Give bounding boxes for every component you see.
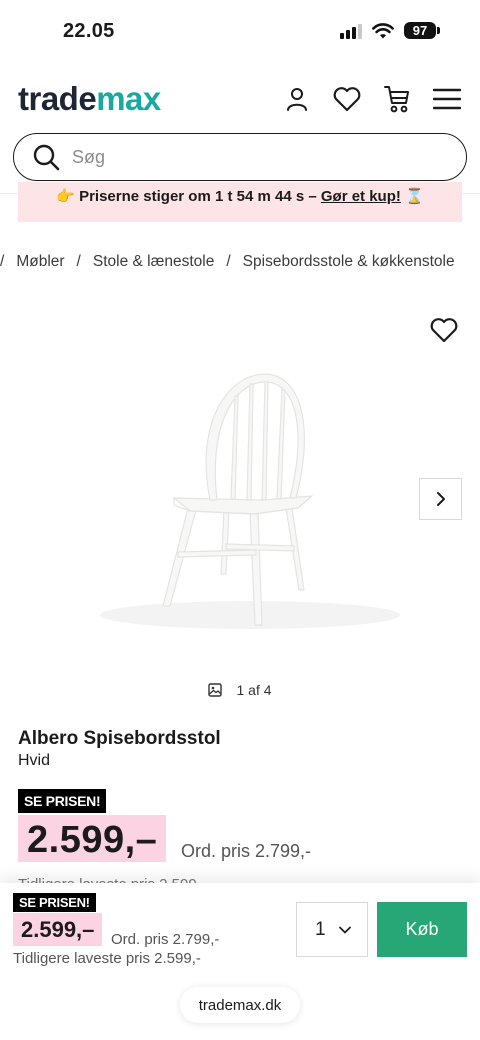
quantity-value: 1	[315, 918, 326, 940]
sticky-price: 2.599,–	[13, 913, 103, 946]
search-bar[interactable]	[13, 133, 467, 181]
promo-banner: 👉 Priserne stiger om 1 t 54 m 44 s – Gør…	[18, 182, 462, 222]
ordinary-price: Ord. pris 2.799,-	[181, 841, 312, 861]
sticky-ordinary-price: Ord. pris 2.799,-	[111, 931, 220, 948]
wifi-icon	[372, 22, 394, 38]
cart-icon[interactable]	[382, 84, 412, 114]
site-header: trademax	[0, 78, 480, 124]
image-counter-text: 1 af 4	[236, 682, 272, 698]
breadcrumb-item-spisebordsstole[interactable]: Spisebordsstole & køkkenstole	[243, 253, 455, 271]
header-icons	[282, 84, 462, 114]
status-time: 22.05	[63, 20, 115, 42]
signal-icon	[340, 23, 362, 39]
sticky-buy-bar: SE PRISEN! 2.599,– Ord. pris 2.799,- Tid…	[0, 883, 480, 1040]
hourglass-icon: ⌛	[400, 188, 424, 205]
quantity-select[interactable]: 1	[296, 902, 368, 957]
status-bar: 22.05 97	[0, 0, 480, 64]
breadcrumb-separator: /	[226, 253, 231, 270]
favorite-heart-icon[interactable]	[428, 314, 460, 346]
next-image-button[interactable]	[419, 478, 462, 520]
buy-button[interactable]: Køb	[377, 902, 467, 957]
chevron-right-icon	[436, 492, 445, 506]
price-tag-badge: SE PRISEN!	[18, 789, 107, 813]
breadcrumb-item-stole[interactable]: Stole & lænestole	[93, 253, 215, 271]
sticky-previous-lowest-price: Tidligere laveste pris 2.599,-	[13, 950, 201, 967]
breadcrumb: / Møbler / Stole & lænestole / Spisebord…	[0, 253, 455, 271]
product-image[interactable]	[90, 360, 410, 650]
logo-part-trade: trade	[18, 80, 97, 117]
battery-icon: 97	[404, 22, 440, 39]
product-title: Albero Spisebordsstol	[18, 728, 221, 749]
chevron-down-icon	[339, 926, 351, 933]
breadcrumb-separator: /	[76, 253, 81, 270]
promo-text: 👉 Priserne stiger om 1 t 54 m 44 s –	[56, 188, 321, 205]
trademax-logo[interactable]: trademax	[18, 80, 161, 118]
wishlist-heart-icon[interactable]	[332, 84, 362, 114]
product-price: 2.599,–	[18, 815, 167, 862]
breadcrumb-item-mobler[interactable]: Møbler	[16, 253, 64, 271]
product-variant: Hvid	[18, 752, 51, 769]
search-input[interactable]	[72, 146, 412, 168]
browser-url-pill[interactable]: trademax.dk	[180, 987, 300, 1023]
breadcrumb-separator: /	[0, 253, 5, 270]
image-counter: 1 af 4	[0, 682, 480, 698]
account-icon[interactable]	[282, 84, 312, 114]
battery-level: 97	[404, 22, 436, 39]
menu-icon[interactable]	[432, 84, 462, 114]
logo-part-max: max	[96, 80, 161, 117]
promo-link[interactable]: Gør et kup!	[321, 188, 401, 205]
sticky-price-tag-badge: SE PRISEN!	[13, 893, 96, 912]
gallery-icon[interactable]	[208, 683, 223, 697]
search-icon	[33, 144, 60, 171]
status-icons: 97	[340, 22, 440, 39]
